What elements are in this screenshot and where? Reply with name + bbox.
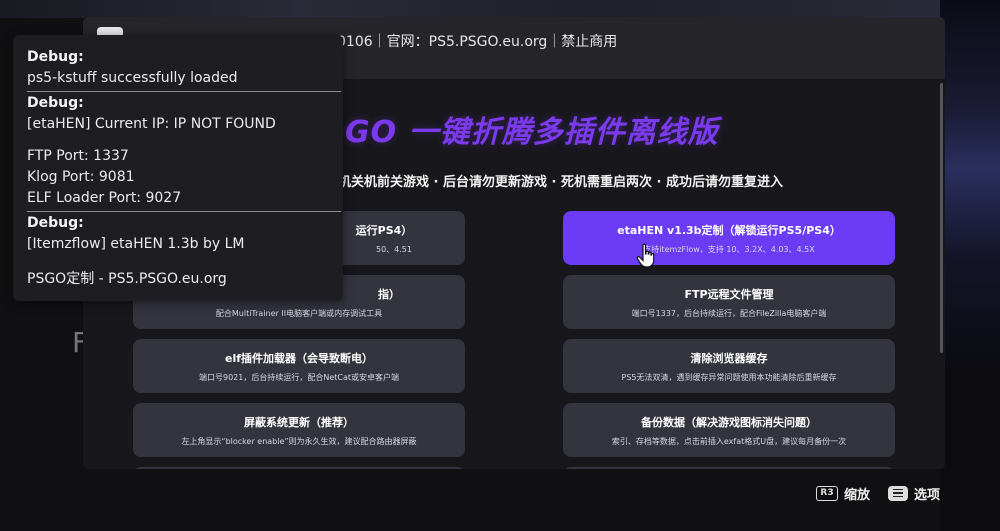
button-title: 备份数据（解决游戏图标消失问题） <box>641 416 817 429</box>
debug-signature: PSGO定制 - PS5.PSGO.eu.org <box>27 271 227 287</box>
debug-message: [etaHEN] Current IP: IP NOT FOUND <box>27 116 276 132</box>
ftp-button[interactable]: FTP远程文件管理 端口号1337，后台持续运行，配合FileZilla电脑客户… <box>563 275 895 329</box>
button-title: 清除浏览器缓存 <box>690 352 768 365</box>
scrollbar[interactable] <box>940 83 943 353</box>
options-label: 选项 <box>914 487 941 503</box>
klog-port: Klog Port: 9081 <box>27 169 135 185</box>
debug-notification-panel: Debug: ps5-kstuff successfully loaded De… <box>13 35 343 301</box>
button-subtitle: 索引、存档等数据，点击前插入exfat格式U盘，建议每月备份一次 <box>611 437 847 446</box>
button-subtitle: 支持itemzFlow，支持 10、3.2X、4.03、4.5X <box>643 245 815 254</box>
options-button[interactable]: 选项 <box>888 484 941 503</box>
button-subtitle: PS5无法双清，遇到缓存异常问题使用本功能清除后重新缓存 <box>621 373 837 382</box>
zoom-label: 缩放 <box>844 487 871 503</box>
page-heading: GO 一键折腾多插件离线版 <box>345 115 719 150</box>
partial-button-right[interactable] <box>563 467 895 469</box>
background-top-strip <box>0 0 1000 18</box>
r3-button-icon: R3 <box>816 485 838 501</box>
etahen-button[interactable]: etaHEN v1.3b定制（解锁运行PS5/PS4） 支持itemzFlow，… <box>563 211 895 265</box>
block-update-button[interactable]: 屏蔽系统更新（推荐） 左上角显示“blocker enable”则为永久生效，建… <box>133 403 465 457</box>
button-subtitle: 端口号9021，后台持续运行，配合NetCat或安卓客户端 <box>198 373 400 382</box>
button-subtitle: 端口号1337，后台持续运行，配合FileZilla电脑客户端 <box>631 309 827 318</box>
ftp-port: FTP Port: 1337 <box>27 148 129 164</box>
debug-message: ps5-kstuff successfully loaded <box>27 70 238 86</box>
debug-label: Debug: <box>27 215 84 231</box>
backup-button[interactable]: 备份数据（解决游戏图标消失问题） 索引、存档等数据，点击前插入exfat格式U盘… <box>563 403 895 457</box>
zoom-button[interactable]: R3 缩放 <box>816 484 871 503</box>
options-icon <box>888 485 908 501</box>
debug-label: Debug: <box>27 95 84 111</box>
elf-loader-port: ELF Loader Port: 9027 <box>27 190 182 206</box>
button-title: elf插件加载器（会导致断电） <box>224 352 374 365</box>
background-wallpaper <box>940 0 1000 531</box>
partial-button-left[interactable] <box>133 467 465 469</box>
hand-cursor-icon <box>636 243 655 268</box>
clear-cache-button[interactable]: 清除浏览器缓存 PS5无法双清，遇到缓存异常问题使用本功能清除后重新缓存 <box>563 339 895 393</box>
elf-loader-button[interactable]: elf插件加载器（会导致断电） 端口号9021，后台持续运行，配合NetCat或… <box>133 339 465 393</box>
button-title: etaHEN v1.3b定制（解锁运行PS5/PS4） <box>617 224 841 237</box>
button-title: FTP远程文件管理 <box>684 288 774 301</box>
button-title: 屏蔽系统更新（推荐） <box>244 416 354 429</box>
button-subtitle: 左上角显示“blocker enable”则为永久生效，建议配合路由器屏蔽 <box>181 437 417 446</box>
window-title: 0106｜官网：PS5.PSGO.eu.org｜禁止商用 <box>337 34 618 50</box>
divider <box>27 211 341 212</box>
debug-message: [Itemzflow] etaHEN 1.3b by LM <box>27 236 245 252</box>
debug-label: Debug: <box>27 49 84 65</box>
divider <box>27 91 341 92</box>
warning-notice: 机关机前关游戏 · 后台请勿更新游戏 · 死机需重启两次 · 成功后请勿重复进入 <box>338 175 783 190</box>
button-subtitle: 配合MultiTrainer II电脑客户端或内存调试工具 <box>215 309 383 318</box>
